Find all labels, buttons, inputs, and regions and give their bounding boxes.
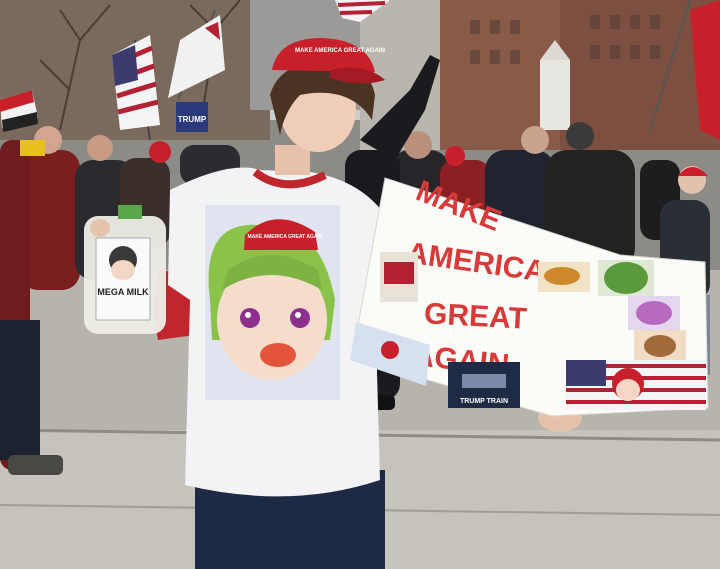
photo-scene: TRUMP MAKE AMERICA GREAT AGAIN MAKE AMER…: [0, 0, 720, 569]
sign-line-3: GREAT: [423, 297, 527, 335]
background-sign-text: TRUMP: [178, 115, 207, 124]
sticker-caption: TRUMP TRAIN: [460, 398, 508, 405]
jug-label: MEGA MILK: [97, 287, 149, 297]
photo-canvas: TRUMP MAKE AMERICA GREAT AGAIN MAKE AMER…: [0, 0, 720, 569]
cap-text: MAKE AMERICA GREAT AGAIN: [295, 48, 385, 54]
milk-jug: MEGA MILK: [84, 205, 166, 334]
shirt-cap-text: MAKE AMERICA GREAT AGAIN: [248, 234, 323, 240]
